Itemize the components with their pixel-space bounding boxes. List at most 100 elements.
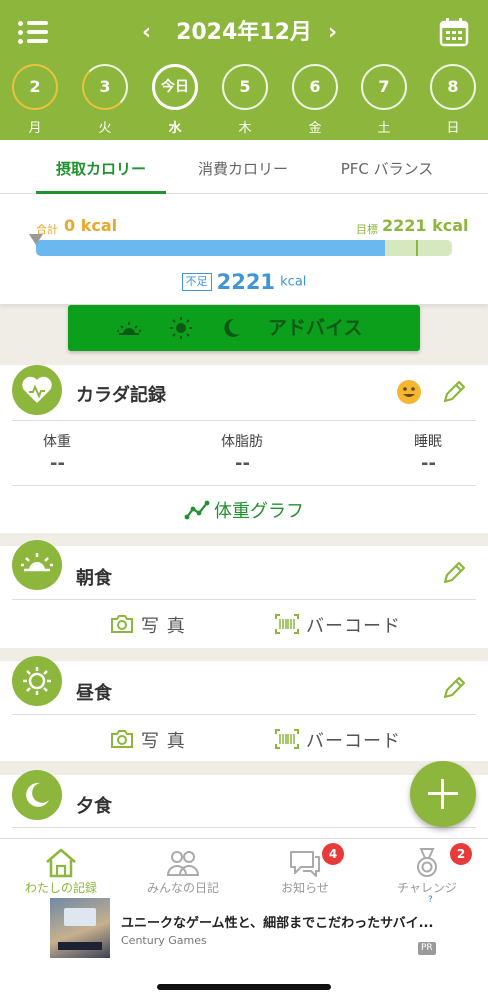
calorie-tabs: 摂取カロリー 消費カロリー PFC バランス [0,140,488,194]
nav-label: お知らせ [281,881,329,895]
smiley-icon[interactable] [396,379,422,405]
divider [12,420,476,421]
tab-burned-calories[interactable]: 消費カロリー [178,140,308,194]
nav-label: みんなの日記 [146,881,219,895]
day-number: 5 [239,77,251,96]
ad-info-icon[interactable]: ? [428,895,433,905]
day-weekday: 土 [377,121,391,136]
breakfast-card: 朝食 写 真 バーコード [0,540,488,648]
barcode-icon[interactable] [275,614,299,634]
calendar-icon[interactable] [439,18,469,47]
divider [12,485,476,486]
nav-notifications[interactable]: 4 お知らせ [244,839,366,899]
day-weekday: 火 [98,121,112,136]
total-value: 0 kcal [64,216,118,235]
nav-my-records[interactable]: わたしの記録 [0,839,122,899]
sleep-value: -- [421,453,436,474]
sleep-label: 睡眠 [414,434,442,450]
edit-pencil-icon[interactable] [440,674,468,702]
shortage-row: 不足 2221 kcal [0,270,488,294]
sun-icon [170,317,192,339]
shortage-label: 不足 [181,273,212,291]
nav-label: わたしの記録 [24,881,97,895]
edit-pencil-icon[interactable] [440,378,468,406]
shortage-unit: kcal [280,274,307,290]
notification-badge: 4 [322,843,344,865]
day-number: 3 [99,77,111,96]
divider [12,827,476,828]
ad-pr-badge: PR [418,942,436,955]
photo-button[interactable]: 写 真 [141,727,186,753]
day-weekday: 水 [168,121,182,136]
weight-graph-label: 体重グラフ [214,501,304,522]
day-number: 8 [447,77,459,96]
barcode-icon[interactable] [275,729,299,749]
camera-icon[interactable] [110,729,134,749]
day-number: 2 [29,77,41,96]
line-graph-icon [184,500,210,520]
body-record-card: カラダ記録 体重 -- 体脂肪 -- 睡眠 -- 体重グラフ [0,365,488,533]
barcode-button[interactable]: バーコード [306,612,401,638]
day-item[interactable]: 8 日 [428,64,478,136]
day-number: 6 [309,77,321,96]
day-item[interactable]: 5 木 [220,64,270,136]
sun-icon [12,656,62,706]
nav-label: チャレンジ [397,881,457,895]
body-record-title: カラダ記録 [76,385,166,406]
goal-value: 2221 kcal [382,216,469,235]
sunrise-icon [117,322,141,335]
calorie-progress-bar [36,240,452,256]
advice-label: アドバイス [268,317,363,339]
divider [12,714,476,715]
day-item[interactable]: 2 月 [10,64,60,136]
nav-community-diary[interactable]: みんなの日記 [122,839,244,899]
edit-pencil-icon[interactable] [440,559,468,587]
day-number: 7 [378,77,390,96]
challenge-badge: 2 [450,843,472,865]
camera-icon[interactable] [110,614,134,634]
lunch-title: 昼食 [76,683,112,704]
home-icon [46,848,76,878]
prev-month-button[interactable]: ‹ [142,18,151,48]
photo-button[interactable]: 写 真 [141,612,186,638]
app-header: ‹ 2024年12月 › 2 月 3 火 今日 水 5 木 6 金 7 土 8 … [0,0,488,140]
day-item[interactable]: 6 金 [290,64,340,136]
dinner-title: 夕食 [76,796,112,817]
list-menu-icon[interactable] [18,20,48,46]
tab-intake-calories[interactable]: 摂取カロリー [36,140,166,194]
weight-value: -- [50,453,65,474]
ad-thumbnail[interactable] [50,898,110,958]
moon-icon [224,318,240,337]
nav-challenge[interactable]: 2 チャレンジ [366,839,488,899]
month-title: 2024年12月 [176,20,312,45]
lunch-card: 昼食 写 真 バーコード [0,656,488,761]
sunrise-icon [12,540,62,590]
add-record-button[interactable] [410,761,476,827]
goal-marker [416,240,418,256]
tab-pfc-balance[interactable]: PFC バランス [322,140,452,194]
calorie-summary: 合計 0 kcal 目標 2221 kcal 不足 2221 kcal [0,194,488,304]
weight-graph-link[interactable]: 体重グラフ [0,497,488,523]
week-day-selector: 2 月 3 火 今日 水 5 木 6 金 7 土 8 日 [0,64,488,136]
day-weekday: 金 [308,121,322,136]
next-month-button[interactable]: › [328,18,337,48]
advice-button[interactable]: アドバイス [68,305,420,351]
day-weekday: 木 [238,121,252,136]
people-icon [166,851,200,876]
day-item-today[interactable]: 今日 水 [150,64,200,136]
day-weekday: 月 [28,121,42,136]
barcode-button[interactable]: バーコード [306,727,401,753]
day-item[interactable]: 7 土 [359,64,409,136]
ad-banner[interactable]: ユニークなゲーム性と、細部までこだわったサバイ... Century Games… [0,895,488,968]
home-indicator[interactable] [157,984,331,990]
day-number: 今日 [161,79,189,95]
bottom-navigation: わたしの記録 みんなの日記 4 お知らせ 2 チャレンジ [0,838,488,898]
chat-bubble-icon [290,851,320,877]
shortage-value: 2221 [216,270,276,294]
day-item[interactable]: 3 火 [80,64,130,136]
ad-title: ユニークなゲーム性と、細部までこだわったサバイ... [121,916,434,931]
heart-chart-icon [12,365,62,415]
body-fat-label: 体脂肪 [221,434,263,450]
weight-label: 体重 [43,434,71,450]
divider [12,599,476,600]
